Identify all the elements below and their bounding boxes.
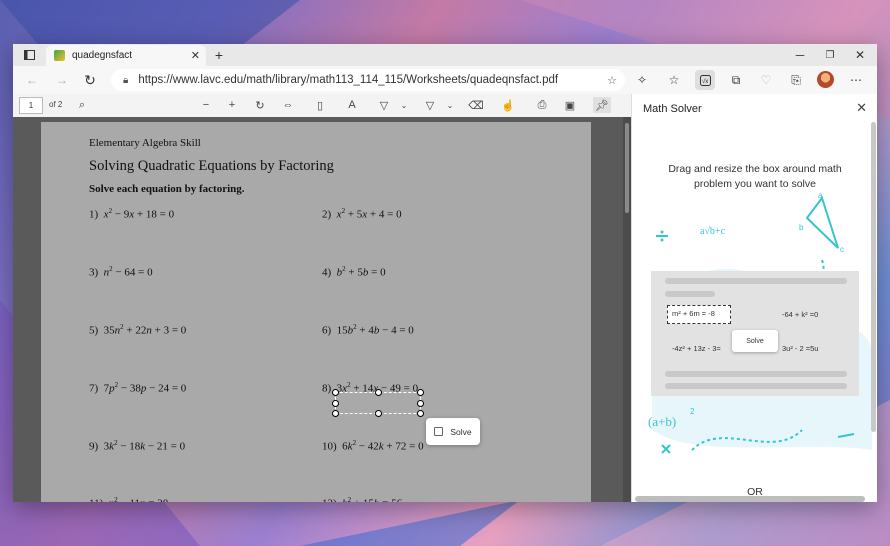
more-menu-icon[interactable]: ⋯ [847, 71, 865, 89]
highlight-icon[interactable]: ▽ [421, 97, 439, 113]
erase-icon[interactable]: ⌫ [467, 97, 485, 113]
browser-window: quadegnsfact ✕ + ─ ❐ ✕ ← → ↻ 🔒︎ https://… [13, 44, 877, 502]
rotate-icon[interactable]: ↻ [251, 97, 269, 113]
close-panel-icon[interactable]: ✕ [856, 100, 867, 116]
svg-text:√x: √x [702, 78, 708, 85]
fit-page-icon[interactable]: ⇔ [279, 97, 297, 113]
page-number-input[interactable]: 1 [19, 97, 43, 114]
page-total-label: of 2 [49, 100, 63, 109]
pdf-scrollbar[interactable] [623, 117, 631, 502]
demo-equation-1: m² + 6m = -8 [672, 309, 715, 318]
problem-11: 11) n2 − 11n = 28 [89, 496, 168, 502]
back-icon[interactable]: ← [23, 71, 41, 89]
close-tab-icon[interactable]: ✕ [191, 49, 200, 62]
lock-icon: 🔒︎ [123, 74, 129, 86]
selection-box[interactable] [332, 389, 424, 417]
panel-title: Math Solver [643, 103, 702, 115]
svg-text:2: 2 [690, 407, 695, 416]
problem-2: 2) x2 + 5x + 4 = 0 [322, 207, 402, 221]
restore-button[interactable]: ❐ [821, 46, 839, 64]
resize-handle[interactable] [375, 410, 382, 417]
demo-placeholder-line [665, 371, 847, 377]
problem-1: 1) x2 − 9x + 18 = 0 [89, 207, 175, 221]
problem-6: 6) 15b2 + 4b − 4 = 0 [322, 323, 414, 337]
demo-equation-2: -64 + k² =0 [782, 310, 819, 319]
demo-equation-4: 3u² - 2 =5u [782, 344, 819, 353]
share-icon[interactable]: ⎘ [787, 71, 805, 89]
favorite-star-icon[interactable]: ☆ [607, 74, 617, 87]
problem-4: 4) b2 + 5b = 0 [322, 265, 386, 279]
demo-equation-3: -4z² + 13z - 3= [672, 344, 721, 353]
svg-text:a√b+c: a√b+c [700, 226, 726, 237]
new-tab-icon[interactable]: + [211, 46, 227, 64]
draw-icon[interactable]: ▽ [375, 97, 393, 113]
address-bar[interactable]: 🔒︎ https://www.lavc.edu/math/library/mat… [111, 69, 625, 91]
tab-title: quadegnsfact [72, 50, 133, 61]
worksheet-title: Solving Quadratic Equations by Factoring [89, 158, 334, 174]
read-aloud-icon[interactable]: A [343, 97, 361, 113]
solve-button[interactable]: Solve [426, 418, 480, 445]
pdf-viewer[interactable]: Elementary Algebra Skill Solving Quadrat… [13, 117, 631, 502]
address-bar-row: ← → ↻ 🔒︎ https://www.lavc.edu/math/libra… [13, 66, 877, 95]
demo-placeholder-line [665, 383, 847, 389]
demo-solve-button: Solve [732, 330, 778, 352]
tab-actions-icon[interactable] [21, 48, 37, 62]
solve-label: Solve [450, 426, 472, 437]
resize-handle[interactable] [375, 389, 382, 396]
demo-placeholder-line [665, 278, 847, 284]
profile-avatar[interactable] [817, 71, 834, 88]
browser-tab[interactable]: quadegnsfact ✕ [46, 45, 206, 66]
forward-icon[interactable]: → [53, 71, 71, 89]
zoom-in-icon[interactable]: + [223, 97, 241, 113]
svg-text:c: c [840, 245, 844, 254]
extensions-icon[interactable]: ✧ [633, 71, 651, 89]
worksheet-instruction: Solve each equation by factoring. [89, 183, 245, 195]
resize-handle[interactable] [417, 400, 424, 407]
panel-scrollbar[interactable] [871, 122, 876, 432]
favorites-icon[interactable]: ☆ [665, 71, 683, 89]
resize-handle[interactable] [417, 410, 424, 417]
browser-essentials-icon[interactable]: ♡ [757, 71, 775, 89]
resize-handle[interactable] [332, 400, 339, 407]
pdf-page: Elementary Algebra Skill Solving Quadrat… [41, 122, 591, 502]
page-view-icon[interactable]: ▯ [311, 97, 329, 113]
collections-icon[interactable]: ⧉ [727, 71, 745, 89]
refresh-icon[interactable]: ↻ [81, 71, 99, 89]
svg-text:b: b [799, 223, 804, 232]
demo-solve-label: Solve [746, 337, 764, 345]
resize-handle[interactable] [417, 389, 424, 396]
site-favicon-icon [54, 50, 65, 61]
zoom-out-icon[interactable]: − [197, 97, 215, 113]
search-icon[interactable]: ⌕ [73, 97, 91, 113]
math-solver-icon[interactable]: √x [695, 70, 715, 90]
demo-placeholder-line [665, 291, 715, 297]
minimize-button[interactable]: ─ [791, 46, 809, 64]
problem-12: 12) b2 + 15b = 56 [322, 496, 402, 502]
tab-bar: quadegnsfact ✕ + ─ ❐ ✕ [13, 44, 877, 66]
problem-9: 9) 3k2 − 18k − 21 = 0 [89, 439, 186, 453]
problem-3: 3) n2 − 64 = 0 [89, 265, 153, 279]
url-text: https://www.lavc.edu/math/library/math11… [138, 74, 559, 86]
panel-horizontal-scrollbar[interactable] [635, 496, 865, 502]
pdf-toolbar: 1 of 2 ⌕ − + ↻ ⇔ ▯ A ▽ ⌄ ▽ ⌄ ⌫ ☝ ⎙ ▣ 📌︎ [13, 94, 631, 118]
svg-text:a: a [818, 191, 823, 200]
pin-toolbar-icon[interactable]: 📌︎ [593, 97, 611, 113]
print-icon[interactable]: ⎙ [533, 97, 551, 113]
touch-icon[interactable]: ☝ [499, 97, 517, 113]
problem-7: 7) 7p2 − 38p − 24 = 0 [89, 381, 187, 395]
svg-text:(a+b): (a+b) [648, 414, 676, 429]
problem-5: 5) 35n2 + 22n + 3 = 0 [89, 323, 187, 337]
draw-dropdown-icon[interactable]: ⌄ [395, 97, 413, 113]
math-solver-panel: Math Solver ✕ Drag and resize the box ar… [631, 94, 877, 502]
close-window-button[interactable]: ✕ [851, 46, 869, 64]
problem-10: 10) 6k2 − 42k + 72 = 0 [322, 439, 424, 453]
solve-icon [434, 427, 444, 436]
scroll-thumb[interactable] [625, 123, 629, 213]
resize-handle[interactable] [332, 389, 339, 396]
panel-description: Drag and resize the box around math prob… [668, 163, 842, 190]
worksheet-header: Elementary Algebra Skill [89, 137, 201, 149]
save-icon[interactable]: ▣ [561, 97, 579, 113]
resize-handle[interactable] [332, 410, 339, 417]
highlight-dropdown-icon[interactable]: ⌄ [441, 97, 459, 113]
